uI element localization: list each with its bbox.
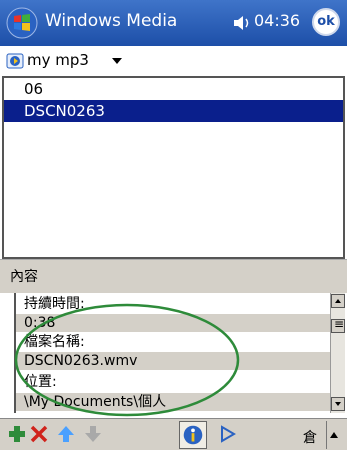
play-icon[interactable]: [216, 423, 238, 445]
list-item[interactable]: 06: [4, 78, 343, 100]
scroll-up-button[interactable]: [331, 294, 345, 308]
scroll-down-button[interactable]: [331, 397, 345, 411]
playlist-icon: [6, 53, 24, 69]
move-down-icon[interactable]: [82, 423, 104, 445]
input-method-button[interactable]: 倉: [303, 427, 317, 447]
ok-button[interactable]: ok: [312, 8, 340, 36]
playlist-list[interactable]: 06 DSCN0263: [2, 76, 345, 259]
input-method-caret-icon[interactable]: [326, 421, 342, 449]
location-value: \My Documents\個人: [16, 393, 330, 411]
location-label: 位置:: [24, 374, 57, 390]
list-item-selected[interactable]: DSCN0263: [4, 100, 343, 122]
move-up-icon[interactable]: [55, 423, 77, 445]
bottom-toolbar: 倉: [0, 418, 347, 450]
properties-scrollbar[interactable]: [330, 293, 345, 413]
properties-panel: 持續時間: 0:38 檔案名稱: DSCN0263.wmv 位置: \My Do…: [14, 293, 330, 413]
delete-icon[interactable]: [28, 423, 50, 445]
speaker-icon[interactable]: [232, 14, 252, 32]
clock[interactable]: 04:36: [254, 11, 300, 30]
window-title: Windows Media: [45, 11, 178, 31]
playlist-selector[interactable]: my mp3: [0, 46, 347, 76]
scroll-thumb[interactable]: [331, 317, 345, 333]
title-bar: Windows Media 04:36 ok: [0, 0, 347, 46]
properties-header: 內容: [0, 259, 347, 293]
properties-info-icon[interactable]: [179, 421, 207, 449]
windows-start-icon[interactable]: [6, 7, 38, 39]
chevron-down-icon[interactable]: [112, 58, 122, 64]
filename-value: DSCN0263.wmv: [16, 352, 330, 370]
duration-value: 0:38: [16, 314, 330, 332]
filename-label: 檔案名稱:: [24, 334, 85, 350]
duration-label: 持續時間:: [24, 296, 85, 312]
add-icon[interactable]: [6, 423, 28, 445]
playlist-name[interactable]: my mp3: [27, 51, 89, 69]
